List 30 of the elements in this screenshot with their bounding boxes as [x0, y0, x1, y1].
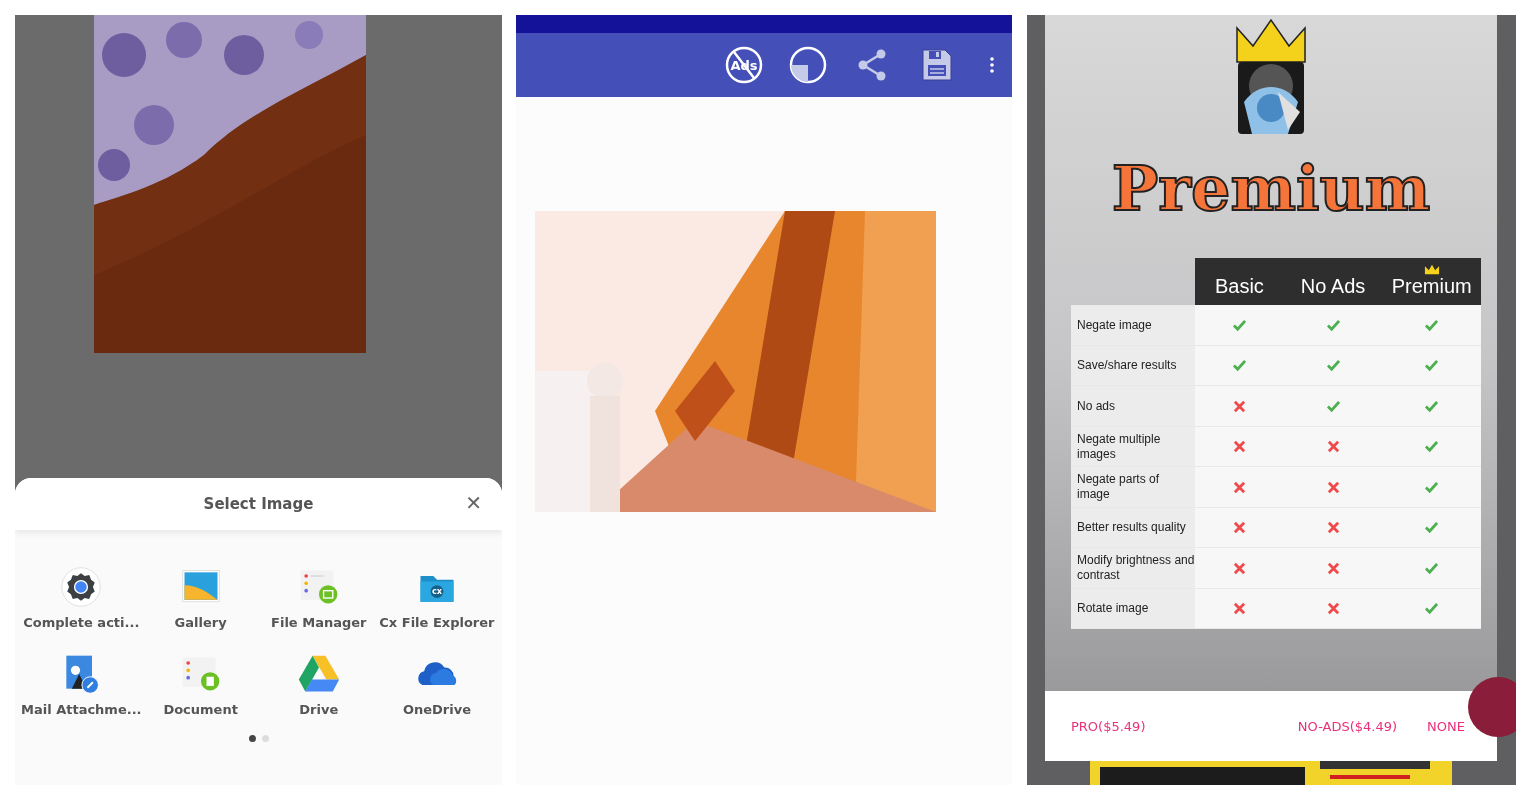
pie-icon[interactable]	[788, 45, 828, 85]
close-button[interactable]: ✕	[463, 491, 484, 515]
app-item[interactable]: Document	[141, 652, 260, 717]
app-item[interactable]: cx Cx File Explorer	[377, 565, 496, 630]
feature-label: Negate image	[1071, 305, 1195, 345]
app-item[interactable]: Complete acti...	[21, 565, 142, 630]
feature-label: Better results quality	[1071, 507, 1195, 548]
sheet-title: Select Image	[203, 495, 314, 513]
page-dot[interactable]	[261, 735, 269, 742]
feature-label: Modify brightness and contrast	[1071, 548, 1195, 588]
feature-label: Negate multiple images	[1071, 426, 1195, 467]
page-dot[interactable]	[248, 735, 256, 742]
promo-title: Premium	[1111, 152, 1431, 227]
app-item[interactable]: Gallery	[141, 565, 260, 630]
gear-icon	[59, 565, 104, 609]
feature-label: No ads	[1071, 386, 1195, 426]
column-header: Premium	[1391, 275, 1472, 299]
column-header: No Ads	[1300, 275, 1366, 299]
feature-label: Negate parts of image	[1071, 467, 1195, 507]
app-item[interactable]: Mail Attachme...	[21, 652, 142, 717]
dialog-button[interactable]: NO-ADS($4.49)	[1297, 718, 1398, 734]
app-item[interactable]: File Manager	[259, 565, 378, 630]
dialog-button[interactable]: NONE	[1427, 718, 1465, 734]
feature-label: Save/share results	[1071, 345, 1195, 386]
app-item[interactable]: OneDrive	[377, 652, 496, 717]
dialog-button[interactable]: PRO($5.49)	[1071, 718, 1146, 734]
crown-icon	[1235, 18, 1307, 64]
column-header: Basic	[1214, 275, 1264, 299]
app-item[interactable]: Drive	[259, 652, 378, 717]
feature-label: Rotate image	[1071, 588, 1195, 629]
